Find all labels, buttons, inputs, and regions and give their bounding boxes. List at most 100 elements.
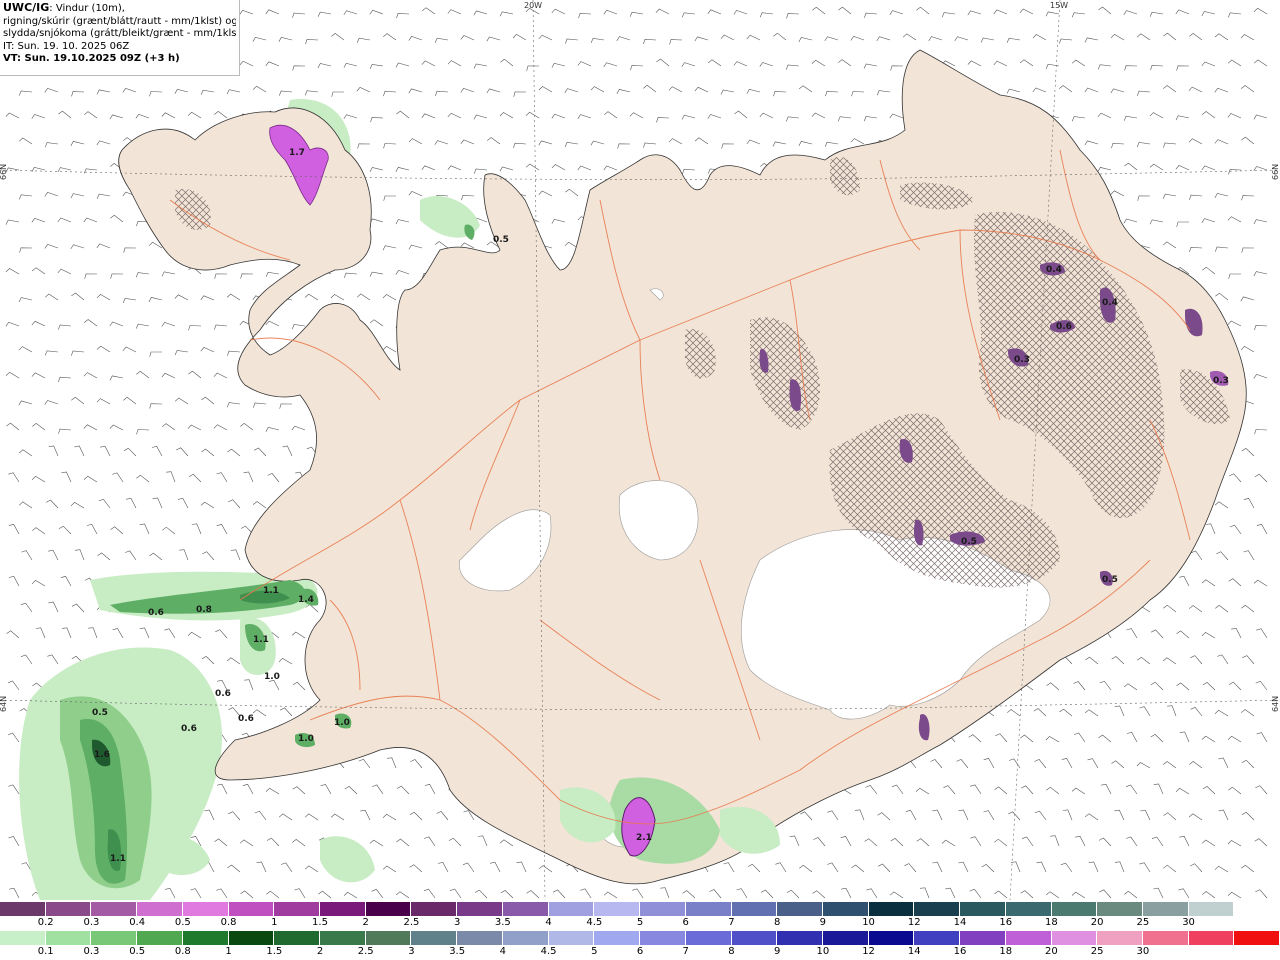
color-scales: 0.2 0.3 0.4 0.5 0.8 1 1.5 2 2.5 3 3.5 4 4.5 5 6 7 8 9 10 12… bbox=[0, 902, 1280, 960]
scale-swatch bbox=[1234, 902, 1280, 916]
scale-tick-label: 3.5 bbox=[494, 917, 511, 928]
scale-tick-label: 16 bbox=[999, 917, 1013, 928]
scale-tick-label: 16 bbox=[953, 946, 967, 957]
scale-swatch bbox=[1188, 902, 1235, 916]
scale-swatch bbox=[822, 931, 869, 945]
scale-tick-label: 0.8 bbox=[220, 917, 237, 928]
lon-label-15w: 15W bbox=[1050, 1, 1068, 10]
contour-label: 0.3 bbox=[1213, 376, 1229, 386]
header-line1: : Vindur (10m), bbox=[49, 3, 125, 14]
contour-label: 0.8 bbox=[196, 605, 212, 615]
scale-swatch bbox=[731, 931, 778, 945]
scale-swatch bbox=[960, 931, 1006, 945]
lat-label-64n-right: 64N bbox=[1271, 696, 1280, 712]
scale-swatch bbox=[320, 902, 366, 916]
scale-swatch bbox=[274, 902, 321, 916]
contour-label: 1.4 bbox=[298, 595, 314, 605]
scale-swatch bbox=[137, 931, 183, 945]
scale-swatch bbox=[640, 902, 686, 916]
scale-swatch bbox=[822, 902, 869, 916]
contour-label: 0.6 bbox=[215, 689, 231, 699]
scale-tick-label: 12 bbox=[862, 946, 875, 957]
scale-swatch bbox=[91, 902, 138, 916]
scale-tick-label: 0.3 bbox=[83, 946, 100, 957]
scale-swatch bbox=[777, 931, 823, 945]
scale-swatch bbox=[228, 931, 275, 945]
scale-swatch bbox=[1142, 931, 1189, 945]
rain-scale-ticks: 0.1 0.3 0.5 0.8 1 1.5 2 2.5 3 3.5 4 4.5 5 6 7 8 9 10 12 14 1… bbox=[0, 946, 1280, 958]
scale-swatch bbox=[640, 931, 686, 945]
scale-swatch bbox=[685, 931, 732, 945]
scale-tick-label: 3.5 bbox=[449, 946, 466, 957]
header-line2: rigning/skúrir (grænt/blátt/rautt - mm/1… bbox=[3, 15, 236, 27]
scale-tick-label: 1.5 bbox=[312, 917, 328, 928]
scale-tick-label: 2.5 bbox=[403, 917, 420, 928]
scale-swatch bbox=[914, 931, 961, 945]
scale-tick-label: 3 bbox=[453, 917, 461, 928]
scale-tick-label: 25 bbox=[1090, 946, 1104, 957]
scale-tick-label: 6 bbox=[682, 917, 689, 928]
scale-swatch bbox=[685, 902, 732, 916]
scale-swatch bbox=[457, 931, 503, 945]
contour-label: 0.6 bbox=[181, 724, 197, 734]
contour-label: 1.1 bbox=[253, 635, 269, 645]
scale-tick-label: 1 bbox=[271, 917, 278, 928]
map-header: UWC/IG: Vindur (10m), rigning/skúrir (gr… bbox=[0, 0, 240, 76]
scale-tick-label: 20 bbox=[1090, 917, 1104, 928]
scale-swatch bbox=[411, 931, 458, 945]
scale-tick-label: 30 bbox=[1136, 946, 1150, 957]
lat-label-64n-left: 64N bbox=[0, 696, 8, 712]
scale-swatch bbox=[594, 902, 641, 916]
scale-tick-label: 30 bbox=[1182, 917, 1195, 928]
lon-label-20w: 20W bbox=[524, 1, 542, 10]
scale-swatch bbox=[1234, 931, 1280, 945]
scale-swatch bbox=[731, 902, 778, 916]
scale-swatch bbox=[914, 902, 961, 916]
scale-swatch bbox=[960, 902, 1006, 916]
scale-tick-label: 4 bbox=[545, 917, 552, 928]
scale-tick-label: 3 bbox=[408, 946, 415, 957]
contour-label: 1.0 bbox=[264, 672, 280, 682]
scale-swatch bbox=[274, 931, 321, 945]
scale-tick-label: 0.8 bbox=[174, 946, 191, 957]
weather-map: 20W 15W 66N 66N 64N 64N 1.7 0.5 0.6 0.8 … bbox=[0, 0, 1280, 900]
scale-swatch bbox=[594, 931, 641, 945]
contour-label: 0.6 bbox=[238, 714, 254, 724]
scale-swatch bbox=[777, 902, 823, 916]
scale-tick-label: 0.1 bbox=[37, 946, 54, 957]
scale-tick-label: 8 bbox=[728, 946, 735, 957]
contour-label: 1.1 bbox=[263, 586, 279, 596]
scale-swatch bbox=[228, 902, 275, 916]
scale-tick-label: 20 bbox=[1045, 946, 1058, 957]
lat-label-66n-left: 66N bbox=[0, 164, 8, 180]
scale-swatch bbox=[1051, 931, 1098, 945]
scale-swatch bbox=[137, 902, 183, 916]
scale-tick-label: 18 bbox=[999, 946, 1013, 957]
scale-tick-label: 2 bbox=[362, 917, 369, 928]
valid-time: VT: Sun. 19.10.2025 09Z (+3 h) bbox=[3, 53, 180, 64]
scale-swatch bbox=[1051, 902, 1098, 916]
scale-swatch bbox=[548, 902, 595, 916]
scale-swatch bbox=[868, 902, 915, 916]
contour-label: 2.1 bbox=[636, 833, 652, 843]
scale-swatch bbox=[45, 931, 92, 945]
contour-label: 1.1 bbox=[110, 854, 126, 864]
scale-tick-label: 0.5 bbox=[129, 946, 146, 957]
contour-label: 1.0 bbox=[298, 734, 314, 744]
scale-swatch bbox=[365, 902, 412, 916]
scale-tick-label: 25 bbox=[1136, 917, 1150, 928]
scale-tick-label: 0.4 bbox=[129, 917, 146, 928]
contour-label: 0.4 bbox=[1102, 298, 1118, 308]
scale-swatch bbox=[502, 902, 549, 916]
contour-label: 0.4 bbox=[1046, 265, 1062, 275]
contour-label: 0.6 bbox=[148, 608, 164, 618]
contour-label: 1.7 bbox=[289, 148, 305, 158]
scale-tick-label: 14 bbox=[953, 917, 967, 928]
scale-tick-label: 12 bbox=[907, 917, 921, 928]
contour-label: 1.0 bbox=[334, 718, 350, 728]
lat-label-66n-right: 66N bbox=[1271, 164, 1280, 180]
contour-label: 0.5 bbox=[92, 708, 108, 718]
scale-swatch bbox=[502, 931, 549, 945]
contour-label: 0.6 bbox=[1056, 322, 1072, 332]
scale-tick-label: 2.5 bbox=[357, 946, 374, 957]
